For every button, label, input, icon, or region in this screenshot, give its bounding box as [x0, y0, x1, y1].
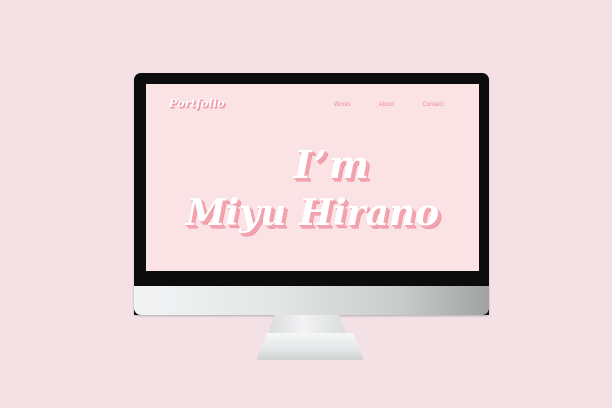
nav-link-about[interactable]: About — [379, 102, 395, 108]
mockup-stage: Portfolio Works About Contact I’m Miyu H… — [0, 0, 612, 408]
site-logo[interactable]: Portfolio — [169, 97, 225, 110]
monitor-chin — [134, 286, 489, 315]
nav-link-works[interactable]: Works — [334, 102, 351, 108]
monitor-stand-foot — [256, 333, 364, 360]
monitor-stand-neck — [268, 315, 346, 335]
hero-greeting: I’m — [293, 142, 372, 187]
nav-link-contact[interactable]: Contact — [422, 102, 443, 108]
monitor-screen: Portfolio Works About Contact I’m Miyu H… — [146, 84, 479, 271]
site-nav: Works About Contact — [334, 102, 443, 108]
hero-name: Miyu Hirano — [185, 192, 440, 234]
